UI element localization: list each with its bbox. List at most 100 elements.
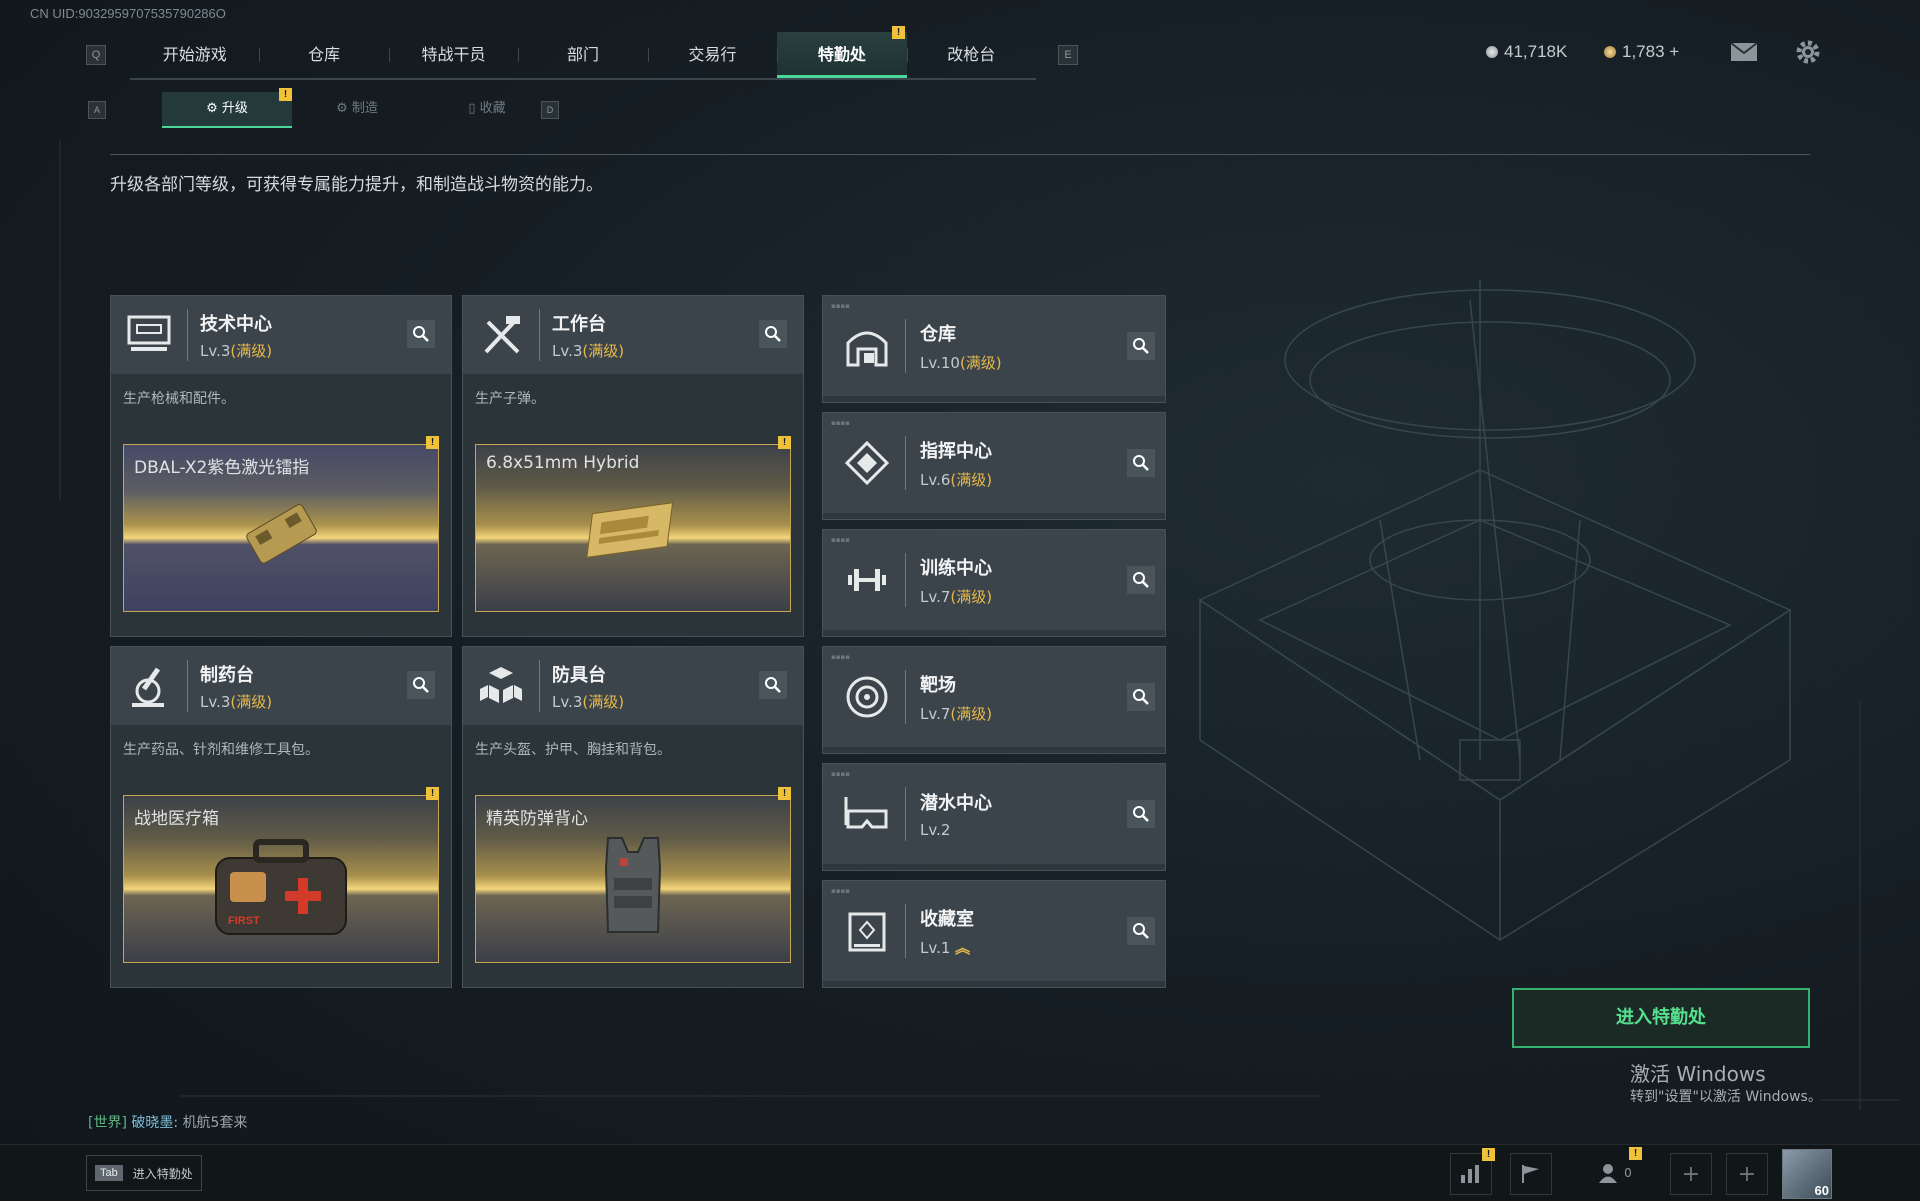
- laser-device-image: [246, 503, 317, 564]
- divider: [110, 154, 1810, 155]
- dept-description: 生产药品、针剂和维修工具包。: [123, 742, 319, 758]
- gold-coin-icon: [1604, 46, 1616, 58]
- top-nav: 开始游戏 仓库 特战干员 部门 交易行 特勤处 改枪台: [130, 32, 1036, 80]
- tab-shortcut-hint[interactable]: Tab 进入特勤处: [86, 1155, 202, 1191]
- key-hint-e: E: [1058, 45, 1078, 65]
- subtab-collection[interactable]: ▯ 收藏: [422, 92, 552, 126]
- tab-department[interactable]: 部门: [518, 32, 647, 78]
- search-icon[interactable]: [1127, 683, 1155, 711]
- dept-max-tag: (满级): [582, 341, 625, 360]
- tab-warehouse[interactable]: 仓库: [259, 32, 388, 78]
- dept-max-tag: (满级): [950, 704, 993, 723]
- medkit-label: FIRST: [228, 915, 260, 927]
- search-icon[interactable]: [1127, 800, 1155, 828]
- computer-icon: [119, 305, 179, 365]
- player-uid: CN UID:9032959707535790286O: [30, 6, 226, 21]
- avatar[interactable]: 60: [1782, 1149, 1832, 1199]
- player-level: 60: [1814, 1183, 1829, 1198]
- dept-title: 靶场: [920, 674, 956, 696]
- collection-icon: ▯: [468, 101, 480, 116]
- dept-title: 潜水中心: [920, 793, 992, 814]
- product-name: 6.8x51mm Hybrid: [486, 453, 640, 473]
- dept-description: 生产子弹。: [475, 391, 545, 407]
- chat-line[interactable]: [世界] 破晓墨: 机航5套来: [88, 1112, 247, 1132]
- dept-level: Lv.2: [920, 821, 951, 839]
- alert-badge: !: [426, 436, 439, 449]
- product-slot[interactable]: 精英防弹背心 !: [475, 787, 791, 963]
- dept-level: Lv.3: [552, 692, 583, 711]
- alert-badge: !: [1629, 1147, 1642, 1160]
- dumbbell-icon: [837, 550, 897, 610]
- dept-max-tag: (满级): [230, 341, 273, 360]
- search-icon[interactable]: [1127, 917, 1155, 945]
- search-icon[interactable]: [1127, 566, 1155, 594]
- dept-row-collection-room[interactable]: ▪▪▪▪ 收藏室 Lv.1 ︽: [822, 880, 1166, 988]
- sub-nav: ⚙ 升级 ! ⚙ 制造 ▯ 收藏: [162, 88, 552, 128]
- mail-icon[interactable]: [1730, 42, 1758, 66]
- dept-title: 指挥中心: [920, 440, 992, 462]
- tab-start-game[interactable]: 开始游戏: [130, 32, 259, 78]
- stats-chart-icon[interactable]: !: [1450, 1148, 1495, 1195]
- activation-watermark-title: 激活 Windows: [1630, 1062, 1766, 1086]
- dept-title: 仓库: [920, 323, 956, 345]
- key-hint-d: D: [541, 101, 559, 119]
- dept-row-shooting-range[interactable]: ▪▪▪▪ 靶场 Lv.7(满级): [822, 646, 1166, 754]
- tab-operators[interactable]: 特战干员: [388, 32, 518, 78]
- dept-card-tech-center[interactable]: 技术中心 Lv.3(满级) 生产枪械和配件。 DBAL-X2紫色激光镭指 !: [110, 295, 452, 637]
- dept-title: 训练中心: [920, 557, 992, 579]
- microscope-icon: [119, 656, 179, 716]
- craft-icon: ⚙: [336, 101, 352, 116]
- search-icon[interactable]: [1127, 332, 1155, 360]
- dept-level: Lv.3: [200, 341, 231, 360]
- product-slot[interactable]: 战地医疗箱 ! FIRST: [123, 787, 439, 963]
- dept-level: Lv.3: [552, 341, 583, 360]
- dept-row-warehouse[interactable]: ▪▪▪▪ 仓库 Lv.10(满级): [822, 295, 1166, 403]
- search-icon[interactable]: [1127, 449, 1155, 477]
- flag-icon[interactable]: [1510, 1153, 1552, 1195]
- product-slot[interactable]: 6.8x51mm Hybrid !: [475, 436, 791, 612]
- dept-card-workbench[interactable]: 工作台 Lv.3(满级) 生产子弹。 6.8x51mm Hybrid !: [462, 295, 804, 637]
- subtab-craft[interactable]: ⚙ 制造: [292, 92, 422, 126]
- dept-level: Lv.7: [920, 587, 951, 606]
- search-icon[interactable]: [407, 320, 435, 348]
- dept-row-training-center[interactable]: ▪▪▪▪ 训练中心 Lv.7(满级): [822, 529, 1166, 637]
- intro-text: 升级各部门等级，可获得专属能力提升，和制造战斗物资的能力。: [110, 175, 603, 195]
- silver-amount: 41,718K: [1504, 42, 1568, 61]
- enter-special-ops-button[interactable]: 进入特勤处: [1512, 988, 1810, 1048]
- subtab-upgrade[interactable]: ⚙ 升级 !: [162, 88, 292, 128]
- chat-message: 机航5套来: [182, 1115, 248, 1131]
- dept-max-tag: (满级): [582, 692, 625, 711]
- dept-card-armor[interactable]: 防具台 Lv.3(满级) 生产头盔、护甲、胸挂和背包。 精英防弹背心 !: [462, 646, 804, 988]
- dept-row-command-center[interactable]: ▪▪▪▪ 指挥中心 Lv.6(满级): [822, 412, 1166, 520]
- friends-icon[interactable]: 0 !: [1586, 1147, 1642, 1193]
- dept-title: 技术中心: [200, 313, 272, 335]
- dept-row-diving-center[interactable]: ▪▪▪▪ 潜水中心 Lv.2: [822, 763, 1166, 871]
- tab-special-ops[interactable]: 特勤处: [777, 32, 907, 78]
- key-hint-q: Q: [86, 45, 106, 65]
- dept-level: Lv.6: [920, 470, 951, 489]
- search-icon[interactable]: [759, 320, 787, 348]
- activation-watermark-text: 转到"设置"以激活 Windows。: [1630, 1089, 1822, 1105]
- diving-mask-icon: [837, 784, 897, 844]
- add-slot-icon[interactable]: +: [1670, 1153, 1712, 1195]
- tab-shortcut-label: 进入特勤处: [132, 1166, 193, 1181]
- upgrade-arrow-icon: ︽: [955, 938, 971, 957]
- alert-badge: !: [778, 436, 791, 449]
- tab-trading[interactable]: 交易行: [647, 32, 777, 78]
- tab-gunsmith[interactable]: 改枪台: [906, 32, 1036, 78]
- silver-currency: 41,718K: [1486, 42, 1567, 62]
- product-slot[interactable]: DBAL-X2紫色激光镭指 !: [123, 436, 439, 612]
- chat-channel: [世界]: [88, 1115, 127, 1131]
- alert-badge-upgrade: !: [279, 88, 292, 101]
- add-slot-icon[interactable]: +: [1726, 1153, 1768, 1195]
- settings-gear-icon[interactable]: [1794, 38, 1822, 70]
- dept-card-pharmacy[interactable]: 制药台 Lv.3(满级) 生产药品、针剂和维修工具包。 战地医疗箱 ! FIRS…: [110, 646, 452, 988]
- gold-currency[interactable]: 1,783 +: [1604, 42, 1679, 62]
- dept-level: Lv.1: [920, 938, 951, 957]
- silver-coin-icon: [1486, 46, 1498, 58]
- chat-sender: 破晓墨:: [131, 1115, 179, 1131]
- dept-max-tag: (满级): [959, 353, 1002, 372]
- search-icon[interactable]: [759, 671, 787, 699]
- dept-level: Lv.3: [200, 692, 231, 711]
- search-icon[interactable]: [407, 671, 435, 699]
